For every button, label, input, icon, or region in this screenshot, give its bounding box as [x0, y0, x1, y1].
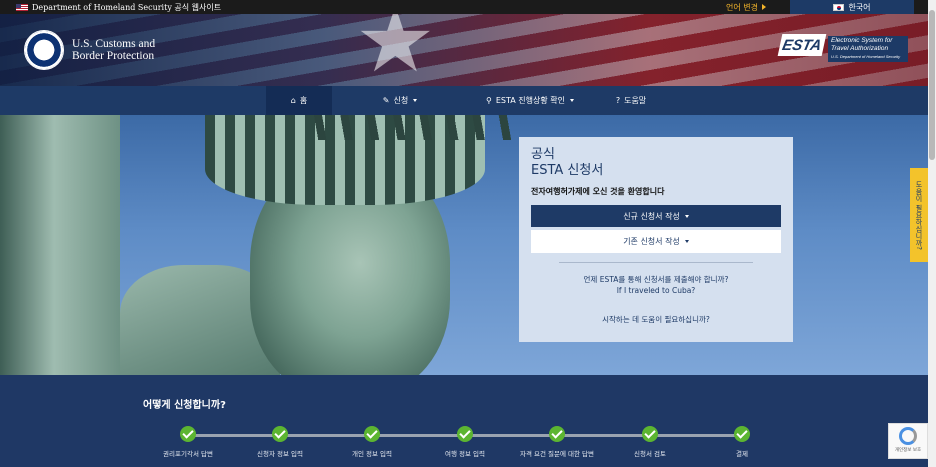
esta-subtitle-line2: Travel Authorization [831, 45, 889, 52]
nav-apply[interactable]: ✎ 신청 [360, 86, 440, 115]
esta-subtitle: Electronic System for Travel Authorizati… [828, 36, 908, 62]
utility-bar: Department of Homeland Security 공식 웹사이트 … [0, 0, 928, 14]
language-change-button[interactable]: 언어 변경 [726, 0, 790, 14]
new-application-button[interactable]: 신규 신청서 작성 [531, 205, 781, 227]
welcome-text: 전자여행허가제에 오신 것을 환영합니다 [531, 187, 665, 196]
recaptcha-icon [899, 427, 917, 445]
step-eligibility: 자격 요건 질문에 대한 답변 [512, 426, 602, 459]
help-icon: ? [615, 96, 621, 105]
esta-logo[interactable]: ESTA Electronic System for Travel Author… [777, 28, 908, 68]
gov-banner-text: Department of Homeland Security 공식 웹사이트 [32, 2, 222, 12]
agency-name-line1: U.S. Customs and [72, 38, 156, 50]
chevron-down-icon [569, 99, 574, 102]
home-icon: ⌂ [290, 96, 296, 105]
step-label: 개인 정보 입력 [351, 450, 392, 458]
existing-application-label: 기존 신청서 작성 [623, 237, 680, 246]
esta-badge: ESTA [777, 34, 827, 56]
step-payment: 결제 [697, 426, 787, 459]
step-applicant-info: 신청자 정보 입력 [235, 426, 325, 459]
existing-application-button[interactable]: 기존 신청서 작성 [531, 230, 781, 253]
dhs-seal-logo[interactable] [24, 30, 64, 70]
flag-star-decoration: ★ [355, 14, 436, 86]
esta-subtitle-line1: Electronic System for [831, 37, 893, 44]
help-start-link[interactable]: 시작하는 데 도움이 필요하십니까? [519, 314, 793, 325]
arrow-right-icon [761, 4, 766, 10]
panel-divider [559, 262, 753, 263]
panel-title-line2: ESTA 신청서 [531, 163, 604, 178]
scrollbar-thumb[interactable] [929, 10, 935, 160]
nav-home-label: 홈 [299, 96, 308, 105]
current-language-label: 한국어 [848, 2, 871, 12]
agency-name[interactable]: U.S. Customs and Border Protection [72, 38, 155, 62]
language-change-label: 언어 변경 [726, 2, 758, 12]
step-waiver: 권리포기각서 답변 [143, 426, 233, 459]
step-label: 권리포기각서 답변 [163, 450, 213, 458]
nav-help[interactable]: ? 도움말 [600, 86, 662, 115]
step-label: 자격 요건 질문에 대한 답변 [519, 450, 595, 458]
korea-flag-icon [833, 3, 845, 11]
statue-rays-image [300, 115, 520, 140]
search-icon: ⚲ [486, 96, 492, 105]
statue-arm-image [0, 115, 120, 375]
cuba-travel-link[interactable]: If I traveled to Cuba? [519, 285, 793, 296]
recaptcha-label: 개인정보 보호 [894, 448, 922, 453]
nav-check-status-label: ESTA 진행상황 확인 [495, 96, 565, 105]
how-to-apply-section: 어떻게 신청합니까? 권리포기각서 답변 신청자 정보 입력 개인 정보 입력 … [0, 375, 928, 467]
step-review: 신청서 검토 [605, 426, 695, 459]
nav-check-status[interactable]: ⚲ ESTA 진행상황 확인 [470, 86, 590, 115]
panel-title: 공식 ESTA 신청서 [531, 147, 603, 179]
panel-title-line1: 공식 [531, 147, 555, 162]
gov-banner: Department of Homeland Security 공식 웹사이트 [16, 2, 221, 13]
nav-help-label: 도움말 [624, 96, 647, 105]
step-label: 신청자 정보 입력 [257, 450, 303, 458]
step-label: 결제 [736, 450, 748, 458]
chevron-down-icon [413, 99, 418, 102]
site-header: ★ U.S. Customs and Border Protection EST… [0, 14, 928, 86]
how-to-apply-heading: 어떻게 신청합니까? [143, 400, 226, 411]
help-side-tab[interactable]: 도움이 필요하십니까? [910, 168, 928, 262]
main-nav: ⌂ 홈 ✎ 신청 ⚲ ESTA 진행상황 확인 ? 도움말 [0, 86, 928, 115]
nav-home[interactable]: ⌂ 홈 [266, 86, 332, 115]
nav-apply-label: 신청 [393, 96, 409, 105]
chevron-down-icon [684, 240, 689, 243]
step-personal-info: 개인 정보 입력 [327, 426, 417, 459]
chevron-down-icon [684, 214, 689, 218]
recaptcha-badge[interactable]: 개인정보 보호 [888, 423, 928, 459]
checkmark-icon [364, 426, 380, 442]
step-label: 신청서 검토 [634, 450, 666, 458]
step-label: 여행 정보 입력 [444, 450, 485, 458]
checkmark-icon [549, 426, 565, 442]
esta-subtitle-line3: U.S. Department of Homeland Security [831, 54, 901, 59]
checkmark-icon [272, 426, 288, 442]
checkmark-icon [180, 426, 196, 442]
pencil-icon: ✎ [382, 96, 390, 105]
checkmark-icon [457, 426, 473, 442]
checkmark-icon [642, 426, 658, 442]
application-panel: 공식 ESTA 신청서 전자여행허가제에 오신 것을 환영합니다 신규 신청서 … [519, 137, 793, 342]
when-to-apply-link[interactable]: 언제 ESTA를 통해 신청서를 제출해야 합니까? [519, 274, 793, 285]
page-scrollbar[interactable] [928, 0, 936, 467]
new-application-label: 신규 신청서 작성 [623, 211, 680, 221]
current-language-selector[interactable]: 한국어 [790, 0, 914, 14]
step-travel-info: 여행 정보 입력 [420, 426, 510, 459]
checkmark-icon [734, 426, 750, 442]
faq-links: 언제 ESTA를 통해 신청서를 제출해야 합니까? If I traveled… [519, 274, 793, 296]
agency-name-line2: Border Protection [72, 50, 155, 62]
us-flag-icon [16, 3, 28, 11]
